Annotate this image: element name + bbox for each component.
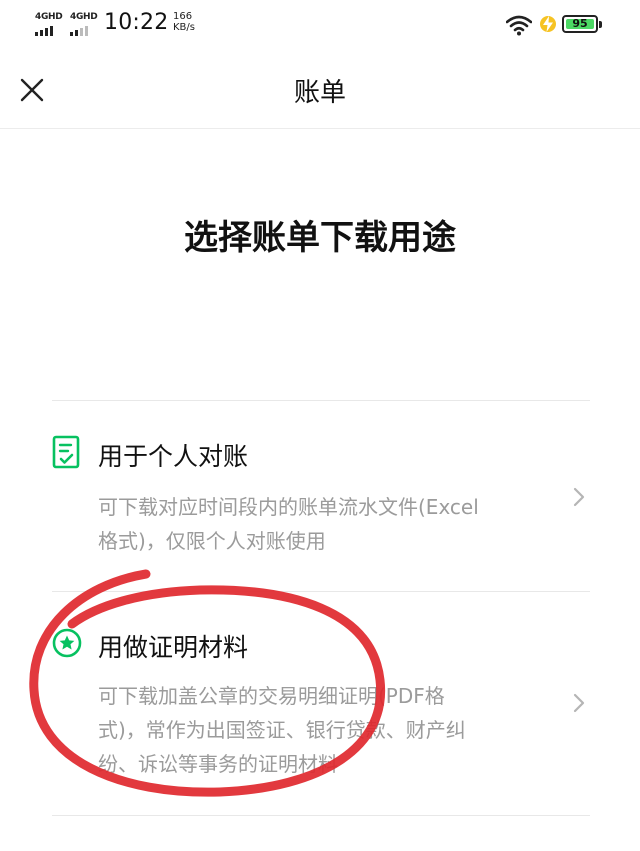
battery-indicator: 95 [562, 15, 598, 33]
chevron-right-icon [573, 693, 585, 713]
section-heading: 选择账单下载用途 [184, 218, 456, 258]
divider [52, 815, 590, 816]
nav-bar: 账单 [0, 52, 640, 129]
battery-tip [599, 21, 602, 28]
option-description-line: 可下载加盖公章的交易明细证明(PDF格 [98, 684, 445, 708]
document-check-icon [52, 435, 80, 469]
option-description-line: 格式)，仅限个人对账使用 [98, 529, 326, 553]
charging-bolt-icon [540, 16, 556, 32]
network-speed: 166 KB/s [173, 11, 195, 33]
page-title: 账单 [293, 78, 346, 108]
chevron-right-icon [573, 487, 585, 507]
option-description-line: 纷、诉讼等事务的证明材料 [98, 752, 338, 776]
network-label-sim1: 4GHD [35, 12, 63, 22]
status-bar: 4GHD 4GHD 10:22 166 KB/s 95 [0, 0, 640, 52]
wifi-icon [506, 15, 532, 36]
signal-bars-icon [70, 26, 96, 36]
option-description-line: 可下载对应时间段内的账单流水文件(Excel [98, 495, 479, 519]
network-speed-unit: KB/s [173, 22, 195, 33]
network-label-sim2: 4GHD [70, 12, 98, 22]
option-personal-reconciliation[interactable]: 用于个人对账 可下载对应时间段内的账单流水文件(Excel 格式)，仅限个人对账… [52, 401, 590, 591]
option-description: 可下载对应时间段内的账单流水文件(Excel 格式)，仅限个人对账使用 [98, 490, 528, 558]
star-badge-icon [52, 628, 82, 658]
option-title: 用于个人对账 [98, 442, 249, 471]
option-proof-material[interactable]: 用做证明材料 可下载加盖公章的交易明细证明(PDF格 式)，常作为出国签证、银行… [52, 592, 590, 815]
option-title: 用做证明材料 [98, 633, 249, 662]
clock: 10:22 [104, 10, 169, 35]
battery-percent: 95 [572, 17, 588, 30]
signal-bars-icon [35, 26, 61, 36]
option-description: 可下载加盖公章的交易明细证明(PDF格 式)，常作为出国签证、银行贷款、财产纠 … [98, 679, 528, 781]
network-speed-value: 166 [173, 11, 193, 22]
option-description-line: 式)，常作为出国签证、银行贷款、财产纠 [98, 718, 466, 742]
